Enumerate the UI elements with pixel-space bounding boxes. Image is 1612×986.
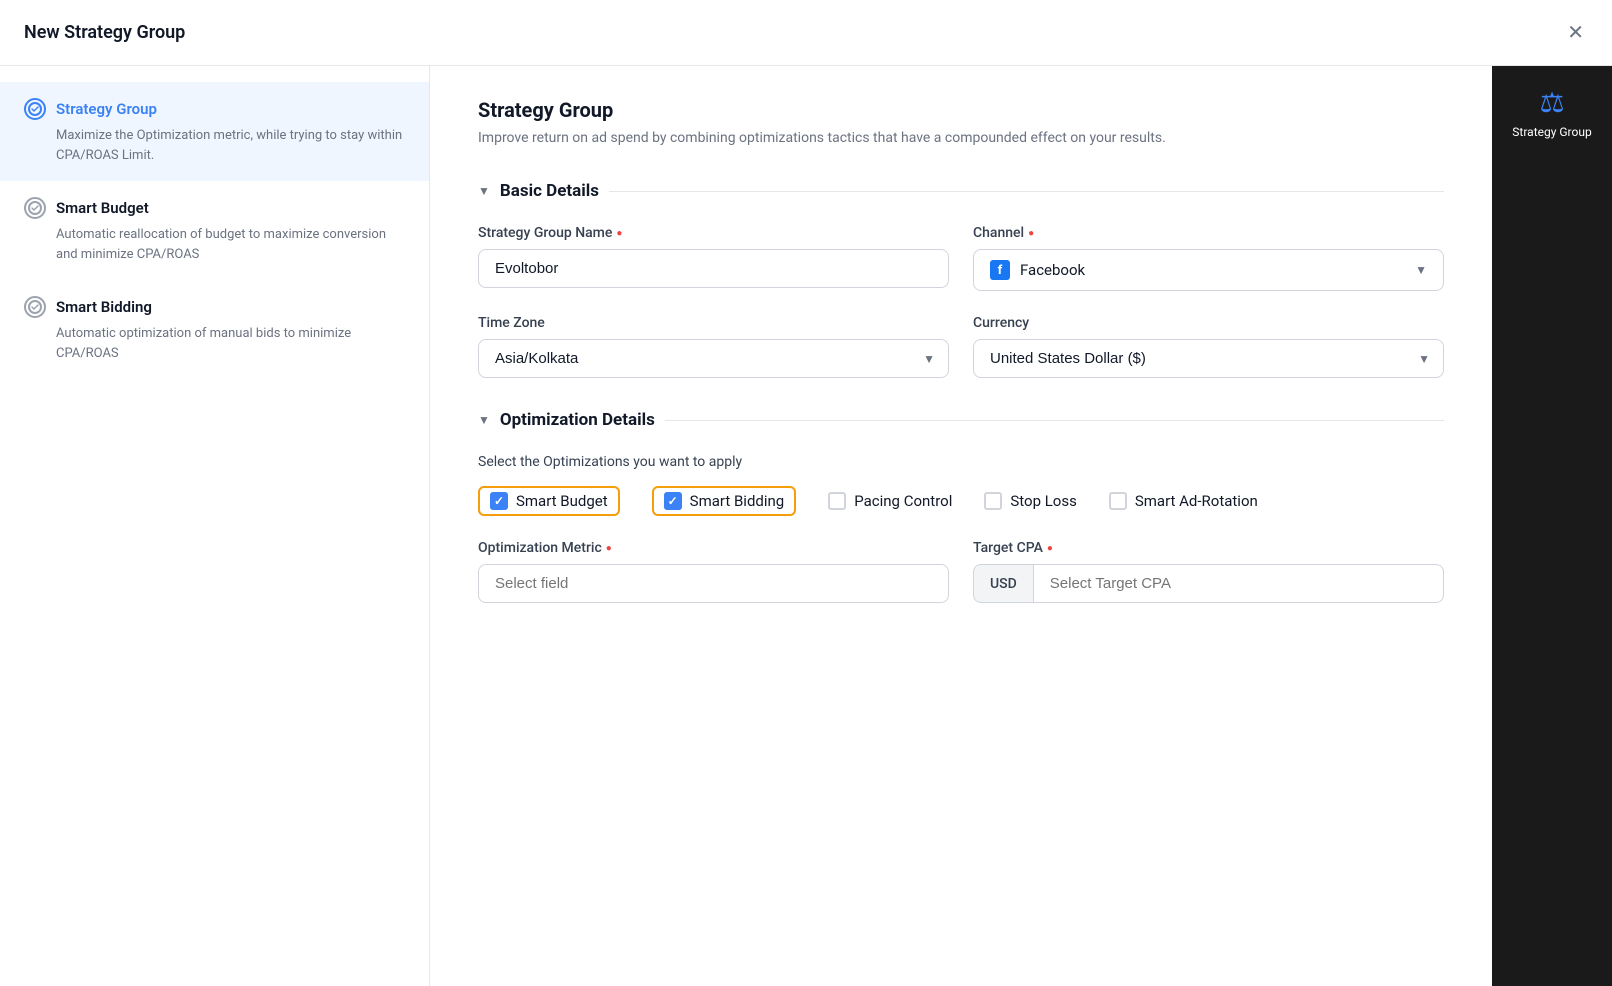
checkbox-pacing-control-label: Pacing Control [854, 492, 952, 510]
sidebar-item-smart-bidding-desc: Automatic optimization of manual bids to… [24, 324, 405, 363]
basic-details-label: Basic Details [500, 181, 599, 201]
optimization-metric-row: Optimization Metric ● Target CPA ● USD [478, 540, 1444, 603]
sidebar-item-strategy-group-title: Strategy Group [56, 100, 157, 118]
checkbox-smart-ad-rotation[interactable]: Smart Ad-Rotation [1109, 486, 1258, 516]
target-cpa-input-group: USD [973, 564, 1444, 603]
optimization-details-toggle[interactable]: ▼ [478, 413, 490, 427]
checkboxes-grid: ✓ Smart Budget ✓ Smart Bidding [478, 486, 1444, 516]
sidebar-item-strategy-group[interactable]: Strategy Group Maximize the Optimization… [0, 82, 429, 181]
balance-icon: ⚖ [1539, 86, 1564, 119]
timezone-select-wrapper: Asia/Kolkata ▼ [478, 339, 949, 378]
checkbox-smart-budget-box: ✓ [490, 492, 508, 510]
timezone-select[interactable]: Asia/Kolkata [478, 339, 949, 378]
close-icon: ✕ [1567, 20, 1584, 45]
optimization-metric-input[interactable] [478, 564, 949, 603]
required-indicator: ● [616, 228, 622, 239]
currency-select[interactable]: United States Dollar ($) [973, 339, 1444, 378]
select-optimizations-label: Select the Optimizations you want to app… [478, 454, 1444, 470]
optimization-metric-label: Optimization Metric ● [478, 540, 949, 556]
sidebar-item-smart-bidding-title: Smart Bidding [56, 298, 152, 316]
right-panel: ⚖ Strategy Group [1492, 66, 1612, 986]
channel-select-left: f Facebook [990, 260, 1085, 280]
checkbox-pacing-control-box [828, 492, 846, 510]
timezone-label: Time Zone [478, 315, 949, 331]
checkbox-smart-bidding-label: Smart Bidding [690, 492, 785, 510]
close-button[interactable]: ✕ [1563, 16, 1588, 49]
optimization-details-section: ▼ Optimization Details Select the Optimi… [478, 410, 1444, 603]
channel-value: Facebook [1020, 261, 1085, 279]
sidebar-item-smart-budget[interactable]: Smart Budget Automatic reallocation of b… [0, 181, 429, 280]
page-description: Improve return on ad spend by combining … [478, 128, 1444, 149]
smart-budget-icon [24, 197, 46, 219]
target-cpa-input[interactable] [1033, 564, 1444, 603]
basic-details-row-2: Time Zone Asia/Kolkata ▼ Currency [478, 315, 1444, 378]
checkbox-smart-budget[interactable]: ✓ Smart Budget [478, 486, 620, 516]
checkbox-smart-bidding[interactable]: ✓ Smart Bidding [652, 486, 797, 516]
main-content: Strategy Group Improve return on ad spen… [430, 66, 1492, 986]
required-indicator-cpa: ● [1047, 543, 1053, 554]
checkbox-smart-bidding-box: ✓ [664, 492, 682, 510]
target-cpa-field-container: Target CPA ● USD [973, 540, 1444, 603]
required-indicator-channel: ● [1028, 228, 1034, 239]
optimization-metric-field: Optimization Metric ● [478, 540, 949, 603]
checkbox-pacing-control[interactable]: Pacing Control [828, 486, 952, 516]
channel-chevron-icon: ▼ [1415, 263, 1427, 277]
channel-label: Channel ● [973, 225, 1444, 241]
strategy-group-name-input[interactable] [478, 249, 949, 288]
currency-label: Currency [973, 315, 1444, 331]
checkbox-stop-loss-label: Stop Loss [1010, 492, 1076, 510]
sidebar-item-strategy-group-desc: Maximize the Optimization metric, while … [24, 126, 405, 165]
currency-select-wrapper: United States Dollar ($) ▼ [973, 339, 1444, 378]
checkbox-stop-loss[interactable]: Stop Loss [984, 486, 1076, 516]
basic-details-section: ▼ Basic Details Strategy Group Name ● [478, 181, 1444, 378]
smart-bidding-icon [24, 296, 46, 318]
right-panel-label: Strategy Group [1512, 125, 1591, 141]
currency-prefix: USD [973, 564, 1033, 603]
page-title: Strategy Group [478, 98, 1444, 122]
checkbox-smart-ad-rotation-label: Smart Ad-Rotation [1135, 492, 1258, 510]
basic-details-divider [609, 191, 1444, 192]
checkbox-smart-bidding-check: ✓ [668, 494, 678, 508]
target-cpa-label: Target CPA ● [973, 540, 1444, 556]
sidebar-item-smart-budget-desc: Automatic reallocation of budget to maxi… [24, 225, 405, 264]
strategy-group-icon [24, 98, 46, 120]
required-indicator-metric: ● [606, 543, 612, 554]
sidebar: Strategy Group Maximize the Optimization… [0, 66, 430, 986]
channel-select[interactable]: f Facebook ▼ [973, 249, 1444, 291]
strategy-group-name-field: Strategy Group Name ● [478, 225, 949, 291]
sidebar-item-smart-bidding[interactable]: Smart Bidding Automatic optimization of … [0, 280, 429, 379]
modal-title: New Strategy Group [24, 22, 185, 43]
checkbox-stop-loss-box [984, 492, 1002, 510]
currency-field: Currency United States Dollar ($) ▼ [973, 315, 1444, 378]
optimization-details-label: Optimization Details [500, 410, 655, 430]
checkbox-smart-budget-check: ✓ [494, 494, 504, 508]
basic-details-toggle[interactable]: ▼ [478, 184, 490, 198]
checkbox-smart-ad-rotation-box [1109, 492, 1127, 510]
checkbox-smart-budget-label: Smart Budget [516, 492, 608, 510]
channel-field: Channel ● f Facebook ▼ [973, 225, 1444, 291]
optimization-details-divider [665, 420, 1444, 421]
facebook-icon: f [990, 260, 1010, 280]
timezone-field: Time Zone Asia/Kolkata ▼ [478, 315, 949, 378]
sidebar-item-smart-budget-title: Smart Budget [56, 199, 149, 217]
strategy-group-name-label: Strategy Group Name ● [478, 225, 949, 241]
basic-details-row-1: Strategy Group Name ● Channel ● f [478, 225, 1444, 291]
